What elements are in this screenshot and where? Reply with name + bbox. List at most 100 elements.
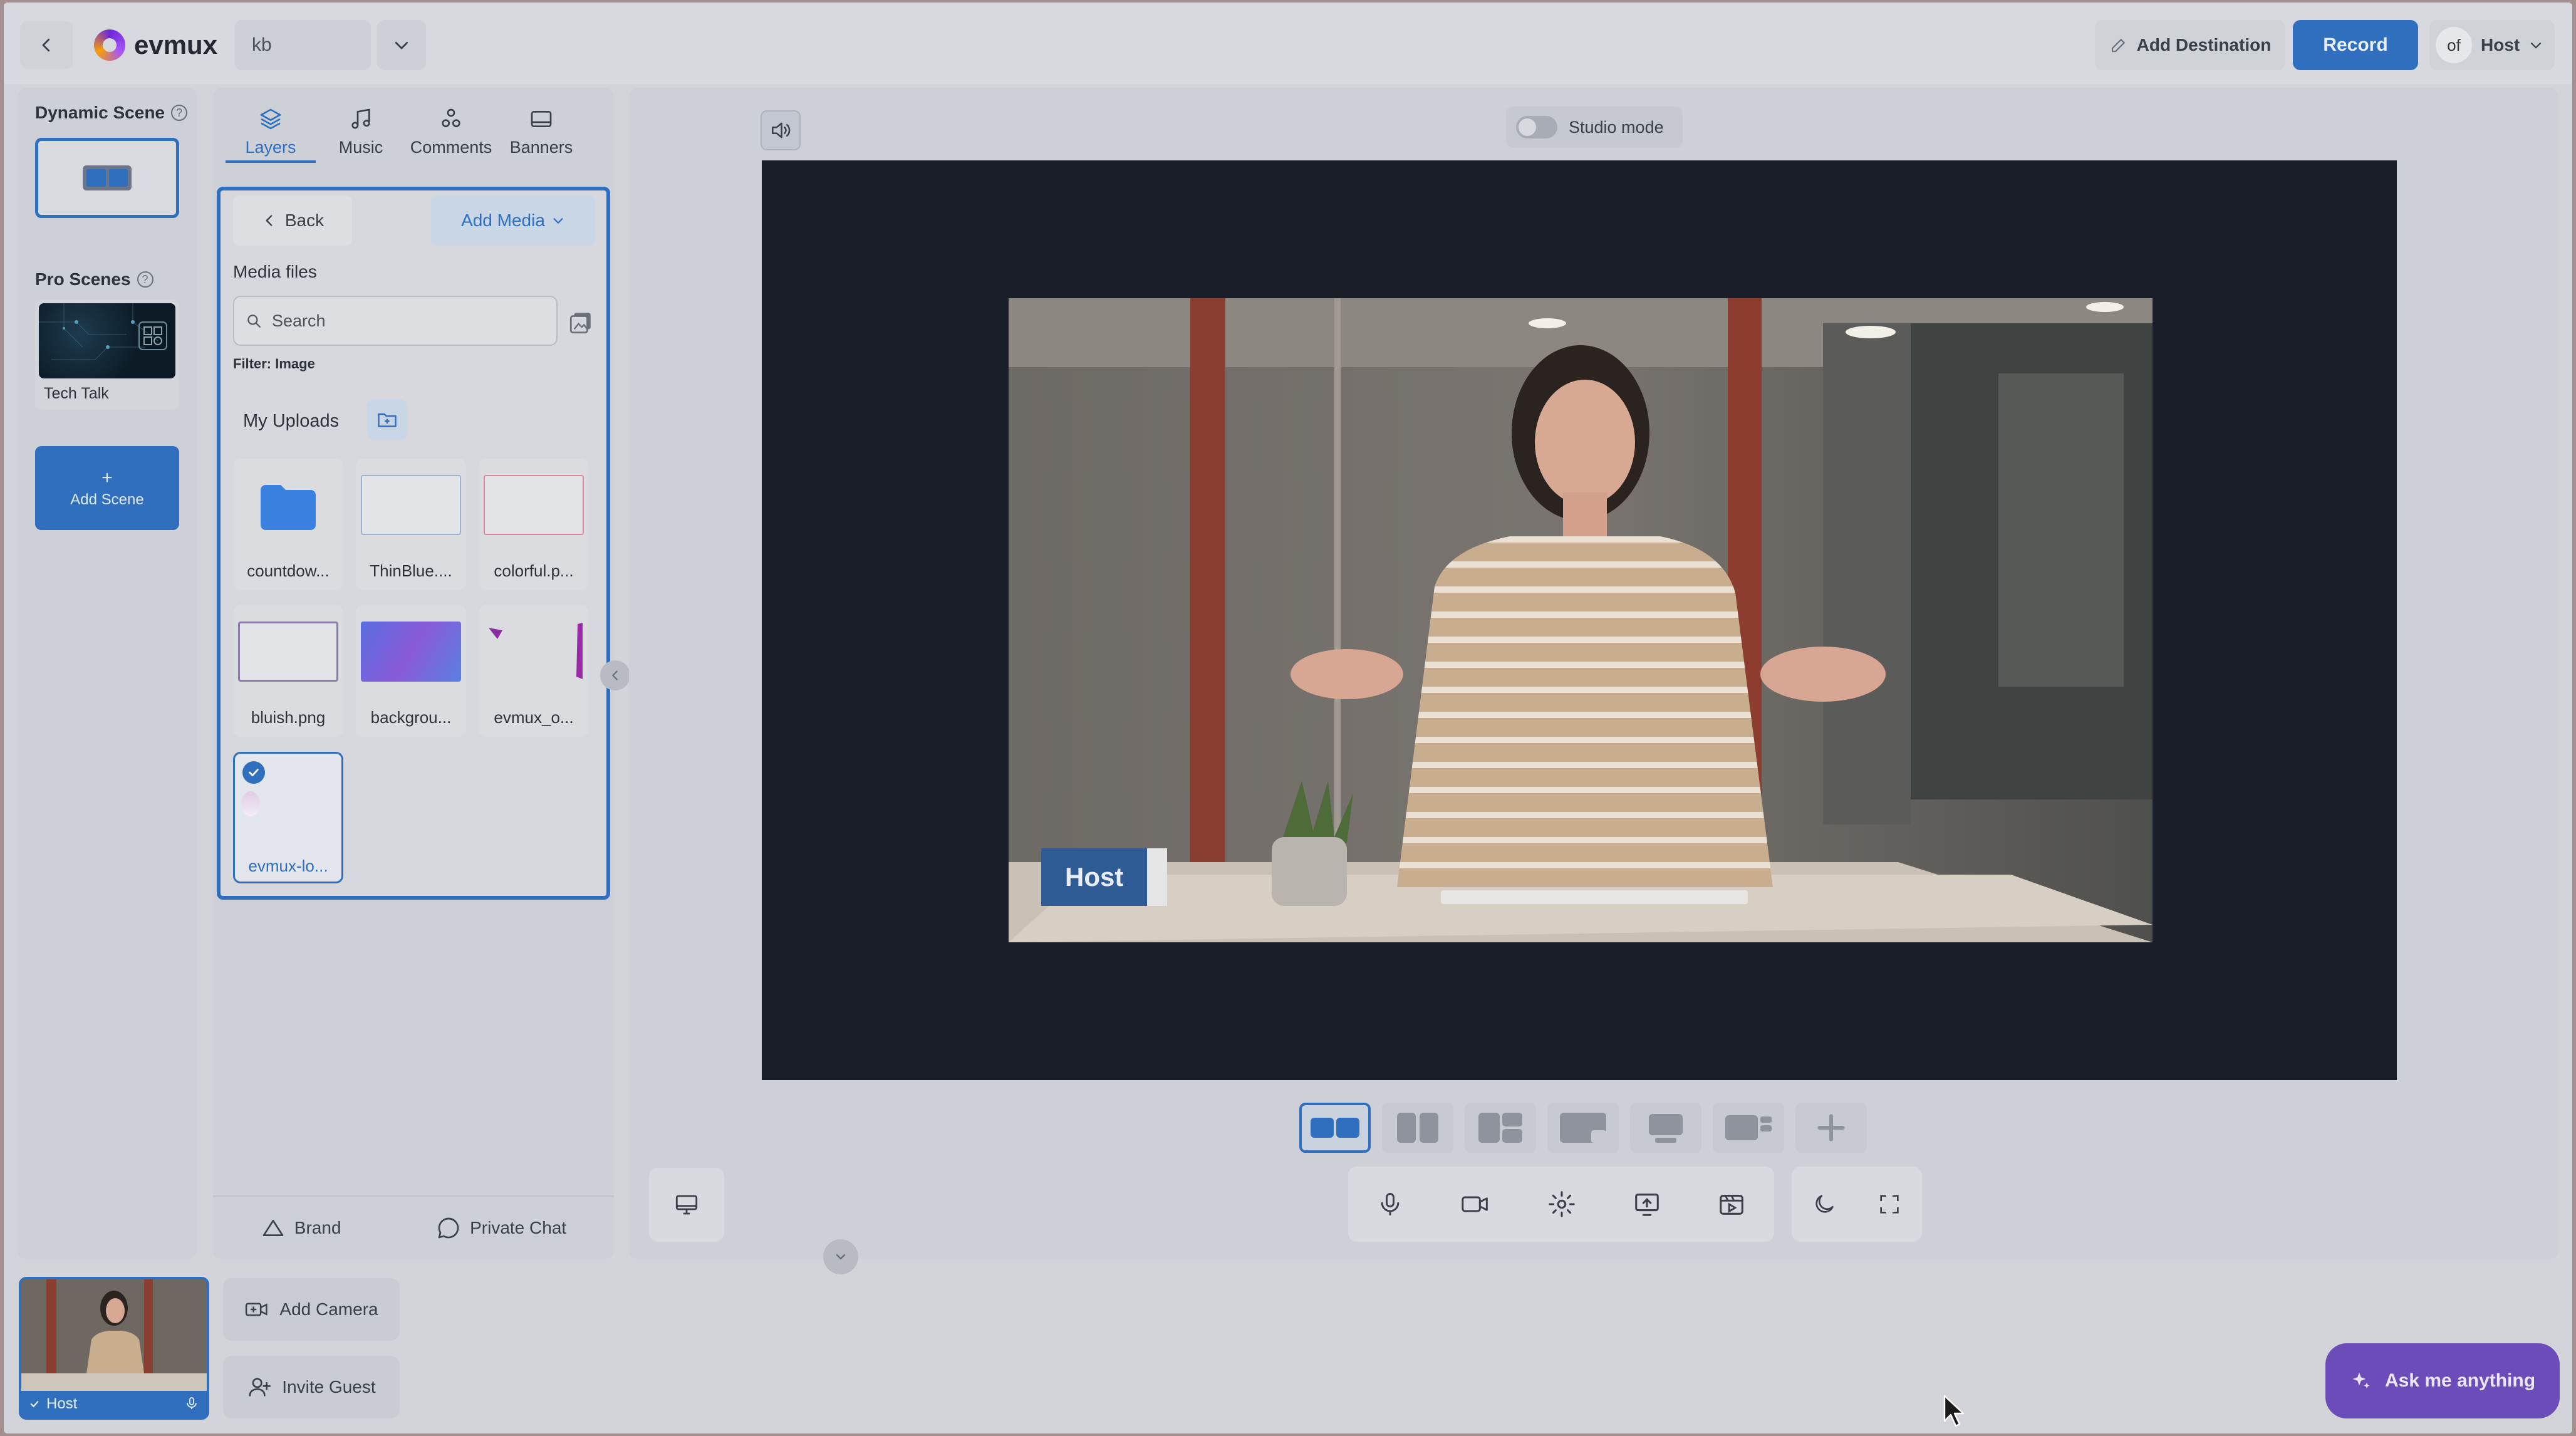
media-thumbnail [361, 475, 461, 535]
settings-icon[interactable] [1547, 1190, 1576, 1219]
broadcast-canvas: Host [762, 160, 2397, 1080]
add-destination-button[interactable]: Add Destination [2095, 20, 2285, 70]
media-back-button[interactable]: Back [233, 195, 352, 246]
tab-music[interactable]: Music [316, 100, 406, 163]
chevron-down-icon [836, 1254, 846, 1260]
media-thumbnail [361, 622, 461, 682]
studio-mode-toggle[interactable]: Studio mode [1506, 107, 1683, 148]
media-thumbnail [241, 791, 260, 816]
checkmark-icon [242, 761, 265, 784]
media-item[interactable]: evmux_o... [479, 605, 589, 737]
stream-title-input[interactable]: kb [234, 20, 371, 70]
layout-sidebar[interactable] [1713, 1103, 1784, 1153]
tab-comments[interactable]: Comments [406, 100, 496, 163]
host-camera-tile[interactable]: Host [19, 1277, 209, 1420]
layout-split[interactable] [1382, 1103, 1453, 1153]
media-search-input[interactable]: Search [233, 296, 558, 346]
add-camera-button[interactable]: Add Camera [223, 1278, 400, 1341]
media-item[interactable]: backgrou... [356, 605, 466, 737]
microphone-icon[interactable] [184, 1396, 199, 1411]
office-scene-image [1009, 298, 2153, 942]
add-media-button[interactable]: Add Media [431, 195, 595, 246]
ask-ai-button[interactable]: Ask me anything [2325, 1343, 2560, 1418]
media-playlist-icon[interactable] [1717, 1190, 1746, 1219]
chevron-left-icon [42, 38, 50, 52]
private-chat-button[interactable]: Private Chat [436, 1215, 566, 1241]
share-screen-icon[interactable] [1633, 1190, 1661, 1219]
add-scene-button[interactable]: + Add Scene [35, 446, 179, 530]
collapse-panel-button[interactable] [600, 660, 630, 690]
back-button[interactable] [20, 21, 73, 69]
studio-mode-label: Studio mode [1569, 117, 1664, 137]
moon-icon[interactable] [1812, 1192, 1837, 1217]
scenes-panel: Dynamic Scene ? Pro Scenes ? Tech Talk +… [18, 88, 197, 1259]
view-controls [1792, 1167, 1922, 1242]
media-item-selected[interactable]: evmux-lo... [233, 752, 343, 883]
folder-plus-icon [378, 413, 397, 427]
host-name-tag-label: Host [1041, 848, 1148, 906]
media-item[interactable]: colorful.p... [479, 459, 589, 590]
host-camera-bar: Host [21, 1391, 207, 1417]
tab-banners[interactable]: Banners [496, 100, 586, 163]
add-user-icon [249, 1378, 271, 1397]
camera-icon[interactable] [1460, 1190, 1491, 1218]
add-layout-button[interactable] [1795, 1103, 1867, 1153]
screen-share-button[interactable] [649, 1168, 724, 1242]
logo[interactable]: evmux [94, 28, 217, 63]
tab-layers-label: Layers [245, 138, 296, 157]
tab-layers[interactable]: Layers [226, 100, 316, 163]
help-icon[interactable]: ? [171, 105, 187, 121]
layout-side-by-side[interactable] [1299, 1103, 1371, 1153]
chevron-down-icon [553, 218, 563, 224]
host-video-feed: Host [1009, 298, 2153, 942]
host-camera-label: Host [46, 1395, 78, 1412]
volume-button[interactable] [761, 110, 801, 150]
media-item[interactable]: bluish.png [233, 605, 343, 737]
layout-picker [1299, 1103, 1867, 1153]
fullscreen-icon[interactable] [1877, 1192, 1902, 1217]
pro-scene-card[interactable]: Tech Talk [35, 299, 179, 410]
media-files-panel: Back Add Media Media files Search Filter… [217, 187, 610, 900]
layout-grid[interactable] [1465, 1103, 1536, 1153]
layout-pip[interactable] [1547, 1103, 1619, 1153]
host-camera-preview [21, 1279, 207, 1391]
media-item[interactable]: ThinBlue.... [356, 459, 466, 590]
title-dropdown-button[interactable] [377, 20, 426, 70]
record-button[interactable]: Record [2293, 20, 2418, 70]
sparkle-icon [2352, 1372, 2370, 1388]
filter-label: Filter: Image [233, 356, 315, 372]
add-destination-label: Add Destination [2136, 35, 2272, 55]
host-menu-button[interactable]: of Host [2429, 20, 2555, 70]
chevron-left-icon [266, 215, 273, 226]
invite-guest-button[interactable]: Invite Guest [223, 1356, 400, 1418]
top-bar: evmux kb Add Destination Record of Host [4, 3, 2572, 84]
media-item-name: backgrou... [370, 708, 452, 727]
dynamic-scene-thumbnail[interactable] [35, 138, 179, 218]
host-name-tag: Host [1041, 848, 1168, 906]
layout-icon [1725, 1115, 1772, 1140]
filter-icon[interactable] [568, 310, 594, 336]
app-window: evmux kb Add Destination Record of Host … [4, 3, 2572, 1433]
microphone-icon[interactable] [1376, 1190, 1404, 1218]
expand-down-button[interactable] [823, 1239, 858, 1274]
chevron-down-icon [2531, 42, 2542, 49]
add-camera-label: Add Camera [279, 1299, 378, 1319]
new-folder-button[interactable] [367, 400, 407, 440]
media-item[interactable]: countdow... [233, 459, 343, 590]
layout-solo[interactable] [1630, 1103, 1701, 1153]
pro-scenes-label: Pro Scenes [35, 269, 131, 289]
plus-icon: + [101, 467, 113, 488]
help-icon[interactable]: ? [137, 271, 153, 288]
panel-footer: Brand Private Chat [213, 1195, 614, 1259]
toggle-switch[interactable] [1516, 116, 1557, 138]
add-scene-label: Add Scene [70, 491, 144, 508]
chevron-left-icon [612, 670, 618, 680]
speaker-icon [772, 122, 791, 138]
private-chat-label: Private Chat [470, 1218, 567, 1237]
layout-icon [1397, 1113, 1438, 1143]
plus-icon [1817, 1114, 1845, 1142]
mouse-cursor-icon [1943, 1395, 1965, 1427]
avatar: of [2436, 27, 2472, 63]
brand-button[interactable]: Brand [261, 1215, 341, 1241]
add-camera-icon [246, 1303, 268, 1316]
